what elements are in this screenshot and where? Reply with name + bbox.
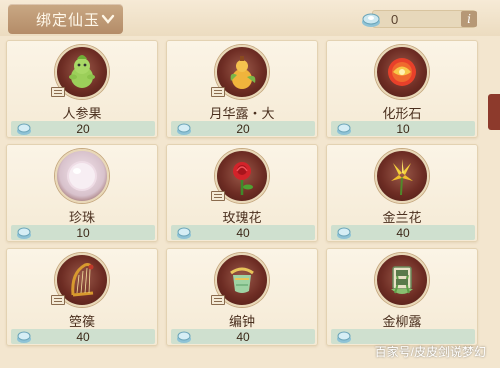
bound-tag-icon <box>51 87 65 97</box>
golden-willow-dew-icon <box>391 266 413 294</box>
currency-tab-dropdown[interactable]: 绑定仙玉 <box>8 4 123 34</box>
currency-balance-value: 0 <box>391 12 399 27</box>
transform-stone-icon <box>388 58 416 86</box>
golden-orchid-icon <box>391 159 413 196</box>
item-price-bar: 40 <box>11 329 155 344</box>
item-price: 20 <box>236 122 250 136</box>
item-price: 40 <box>236 330 250 344</box>
item-price: 40 <box>76 330 90 344</box>
chevron-down-icon <box>101 14 115 24</box>
shop-item-card[interactable]: 人参果 20 <box>6 40 158 138</box>
shop-item-card[interactable]: 金兰花 40 <box>326 144 478 242</box>
jade-currency-icon <box>362 13 380 27</box>
shop-item-card[interactable]: 箜篌 40 <box>6 248 158 346</box>
side-scroll-tab[interactable] <box>488 94 500 130</box>
item-price: 10 <box>396 122 410 136</box>
item-price: 40 <box>236 226 250 240</box>
top-bar: 绑定仙玉 0 i <box>0 0 500 36</box>
shop-item-card[interactable]: 化形石 10 <box>326 40 478 138</box>
bound-tag-icon <box>211 87 225 97</box>
item-price-bar: 40 <box>171 225 315 240</box>
bound-tag-icon <box>211 295 225 305</box>
info-button[interactable]: i <box>461 11 477 27</box>
currency-tab-label: 绑定仙玉 <box>36 11 101 29</box>
shop-item-card[interactable]: 月华露・大 20 <box>166 40 318 138</box>
item-price-bar: 40 <box>331 225 475 240</box>
watermark-text: 百家号/皮皮剑说梦幻 <box>374 345 486 359</box>
bound-tag-icon <box>51 295 65 305</box>
pearl-icon <box>67 161 97 191</box>
item-price-bar: 20 <box>171 121 315 136</box>
shop-item-card[interactable]: 玫瑰花 40 <box>166 144 318 242</box>
item-price: 40 <box>396 226 410 240</box>
item-price-bar: 10 <box>11 225 155 240</box>
item-price-bar: 10 <box>331 121 475 136</box>
item-price-bar: 40 <box>171 329 315 344</box>
item-price: 20 <box>76 122 90 136</box>
bound-tag-icon <box>211 191 225 201</box>
jade-currency-icon <box>337 331 351 343</box>
shop-item-card[interactable]: 珍珠 10 <box>6 144 158 242</box>
shop-item-card[interactable]: 金柳露 <box>326 248 478 346</box>
item-price: 10 <box>76 226 90 240</box>
item-price-bar <box>331 329 475 344</box>
shop-item-card[interactable]: 编钟 40 <box>166 248 318 346</box>
item-price-bar: 20 <box>11 121 155 136</box>
